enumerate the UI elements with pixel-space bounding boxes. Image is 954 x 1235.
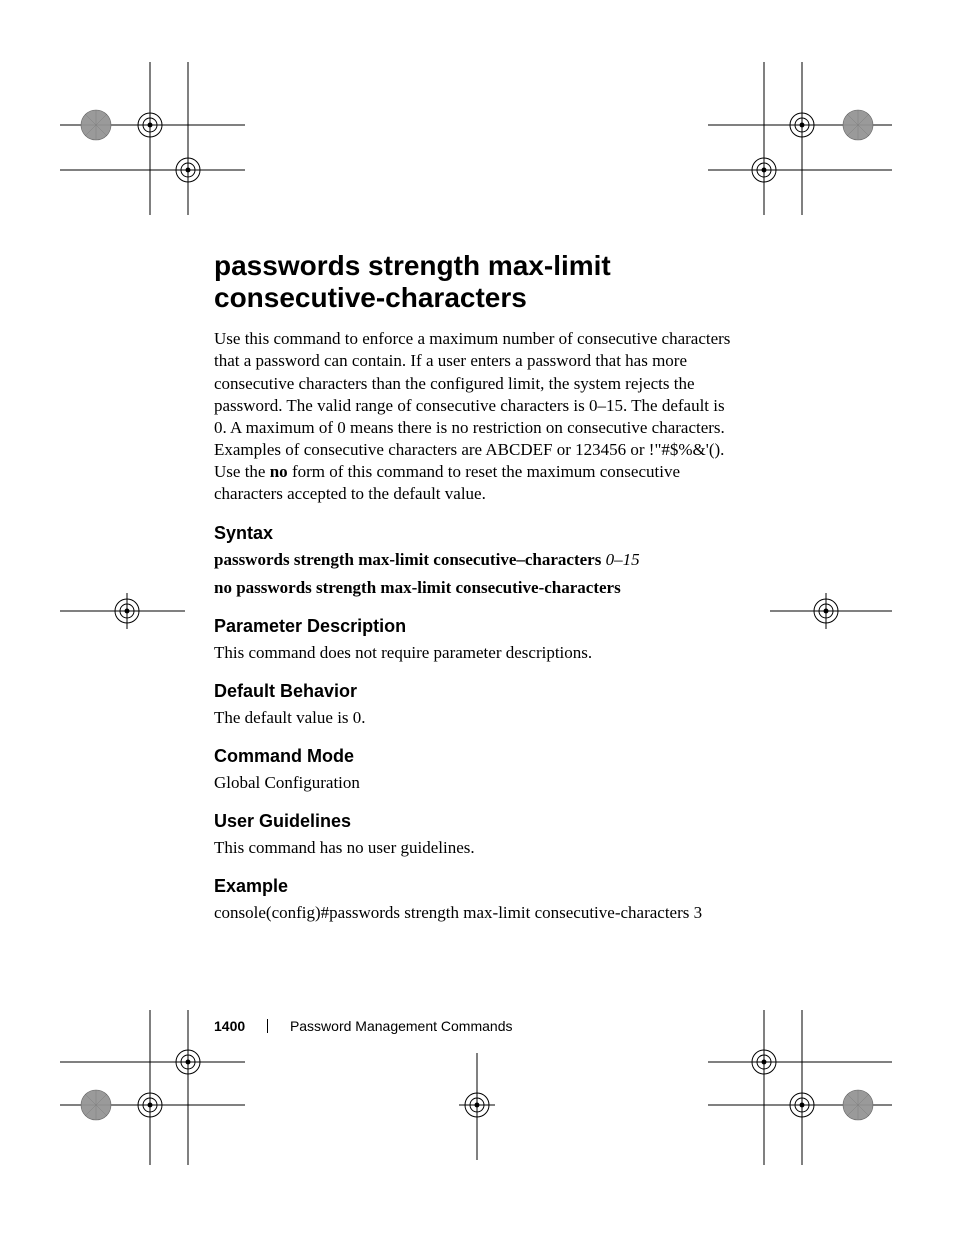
section-heading-command-mode: Command Mode: [214, 746, 734, 767]
content-area: passwords strength max-limit consecutive…: [214, 250, 734, 923]
page: passwords strength max-limit consecutive…: [0, 0, 954, 1235]
example-text: console(config)#passwords strength max-l…: [214, 903, 734, 923]
section-heading-default-behavior: Default Behavior: [214, 681, 734, 702]
syntax-arg: 0–15: [606, 550, 640, 569]
default-behavior-text: The default value is 0.: [214, 708, 734, 728]
syntax-line-2: no passwords strength max-limit consecut…: [214, 578, 734, 598]
page-title: passwords strength max-limit consecutive…: [214, 250, 734, 314]
section-heading-user-guidelines: User Guidelines: [214, 811, 734, 832]
section-heading-syntax: Syntax: [214, 523, 734, 544]
syntax-command: passwords strength max-limit consecutive…: [214, 550, 601, 569]
footer-divider: [267, 1019, 268, 1033]
page-footer: 1400 Password Management Commands: [214, 1018, 512, 1034]
section-heading-example: Example: [214, 876, 734, 897]
user-guidelines-text: This command has no user guidelines.: [214, 838, 734, 858]
syntax-line-1: passwords strength max-limit consecutive…: [214, 550, 734, 570]
footer-section-name: Password Management Commands: [290, 1018, 513, 1034]
command-mode-text: Global Configuration: [214, 773, 734, 793]
section-heading-param-desc: Parameter Description: [214, 616, 734, 637]
page-number: 1400: [214, 1018, 245, 1034]
description-paragraph: Use this command to enforce a maximum nu…: [214, 328, 734, 505]
param-desc-text: This command does not require parameter …: [214, 643, 734, 663]
